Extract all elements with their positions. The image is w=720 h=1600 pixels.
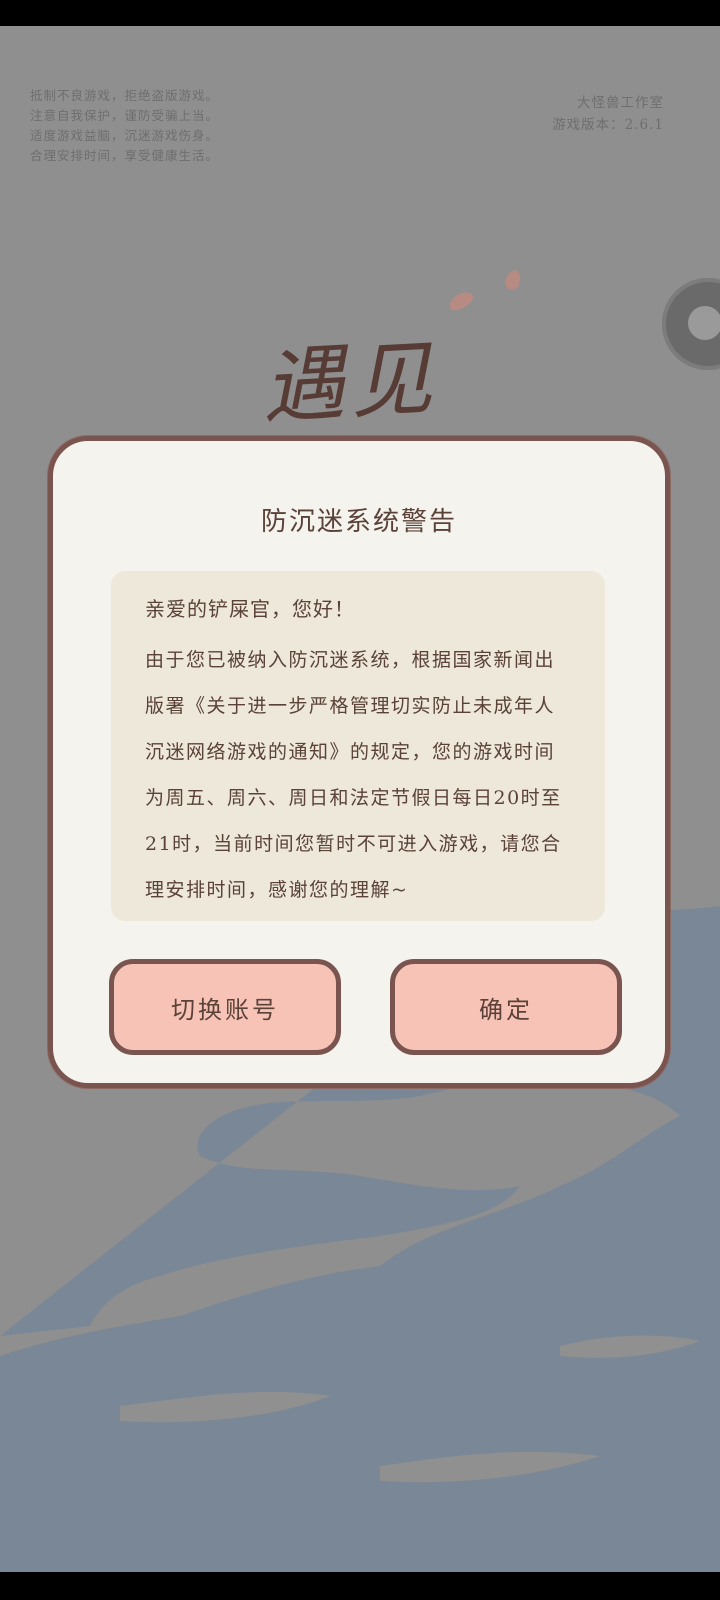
anti-addiction-dialog: 防沉迷系统警告 亲爱的铲屎官，您好！ 由于您已被纳入防沉迷系统，根据国家新闻出版… bbox=[48, 436, 670, 1088]
status-bar bbox=[0, 0, 720, 26]
message-box: 亲爱的铲屎官，您好！ 由于您已被纳入防沉迷系统，根据国家新闻出版署《关于进一步严… bbox=[111, 571, 605, 921]
navigation-bar bbox=[0, 1572, 720, 1600]
confirm-button[interactable]: 确定 bbox=[390, 959, 622, 1055]
switch-account-button[interactable]: 切换账号 bbox=[109, 959, 341, 1055]
message-body: 由于您已被纳入防沉迷系统，根据国家新闻出版署《关于进一步严格管理切实防止未成年人… bbox=[145, 649, 562, 901]
dialog-title: 防沉迷系统警告 bbox=[260, 507, 457, 537]
message-greeting: 亲爱的铲屎官，您好！ bbox=[145, 597, 355, 621]
